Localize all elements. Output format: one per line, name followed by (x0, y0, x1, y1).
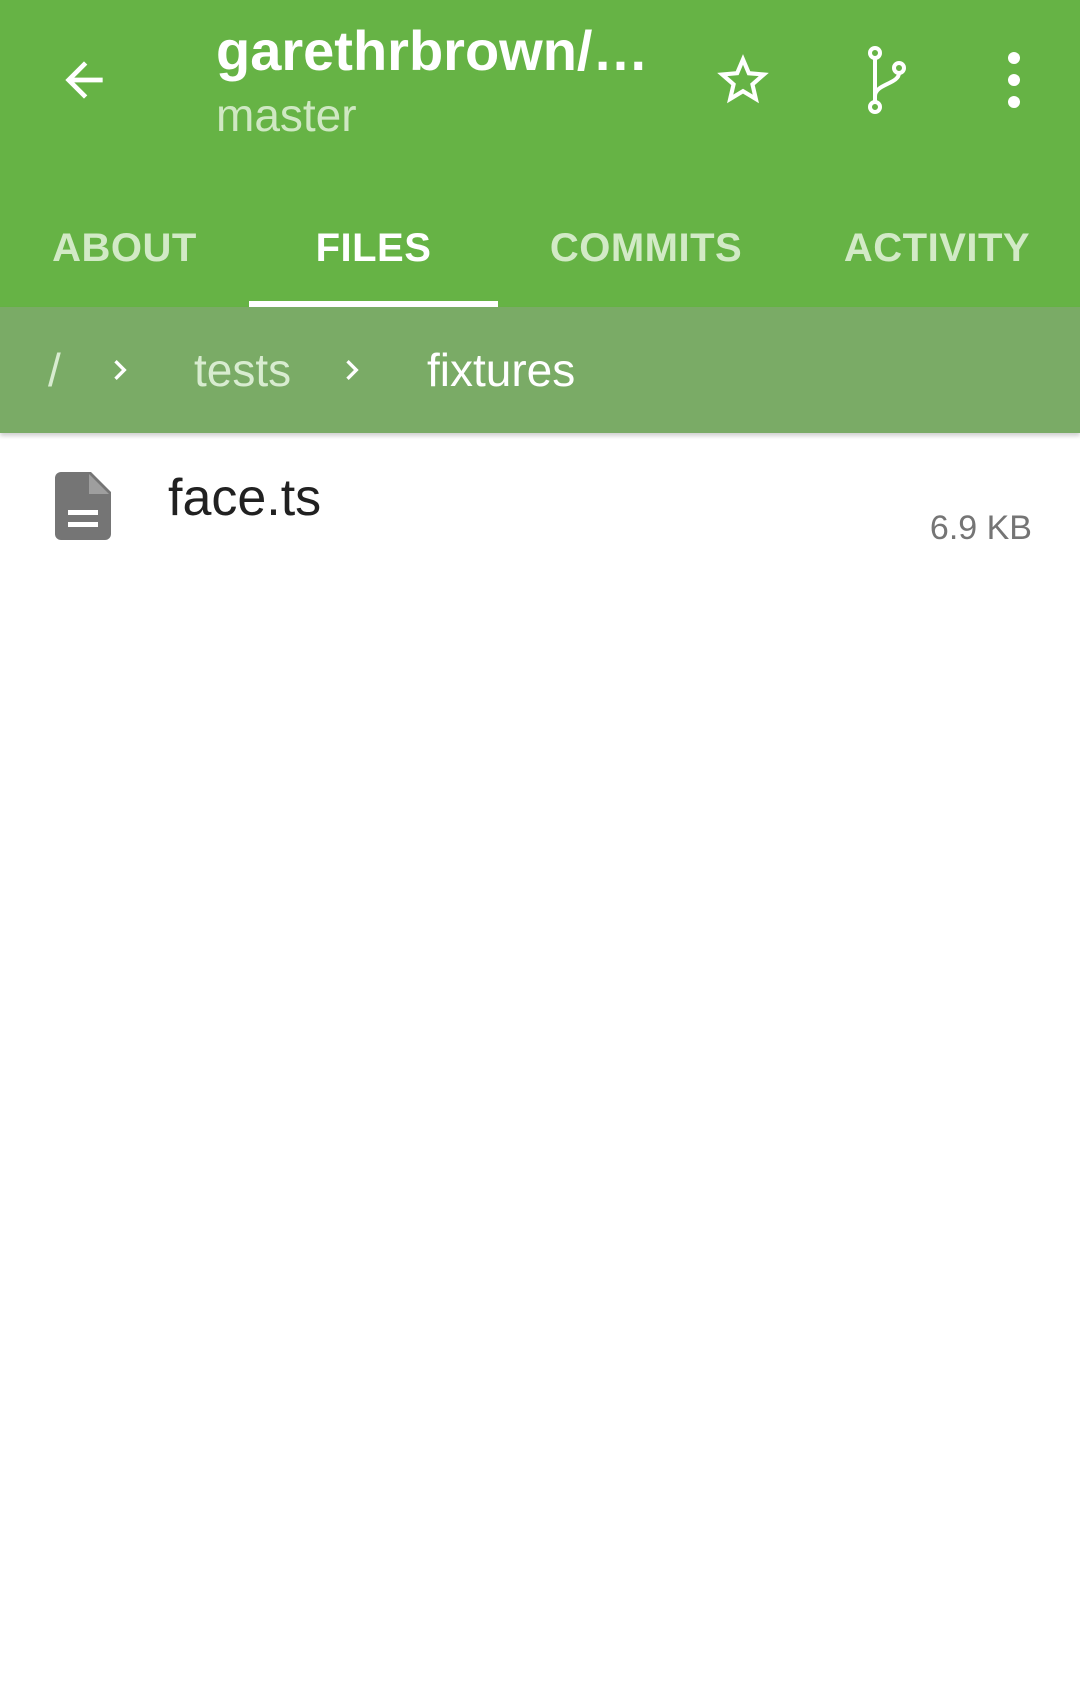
file-document-icon (55, 472, 111, 540)
tab-files[interactable]: FILES (249, 190, 498, 307)
breadcrumb-root[interactable]: / (48, 307, 61, 433)
file-size: 6.9 KB (929, 509, 1032, 547)
star-button[interactable] (699, 40, 787, 120)
tab-about[interactable]: ABOUT (0, 190, 249, 307)
more-vertical-icon (1008, 52, 1020, 108)
branch-button[interactable] (843, 40, 931, 120)
arrow-left-icon (65, 61, 103, 99)
branch-subtitle: master (216, 89, 357, 141)
back-button[interactable] (40, 40, 128, 120)
star-outline-icon (717, 54, 769, 104)
chevron-right-icon (114, 360, 127, 380)
repo-title: garethrbrown/… (216, 19, 649, 82)
list-item[interactable]: face.ts 6.9 KB (0, 440, 1080, 575)
app-root: garethrbrown/… master ABOUT FILES COMMIT… (0, 0, 1080, 1699)
app-bar: garethrbrown/… master ABOUT FILES COMMIT… (0, 0, 1080, 307)
tab-activity[interactable]: ACTIVITY (794, 190, 1080, 307)
tab-bar: ABOUT FILES COMMITS ACTIVITY (0, 190, 1080, 307)
breadcrumb-fixtures[interactable]: fixtures (427, 307, 575, 433)
git-branch-icon (868, 46, 906, 114)
breadcrumb: / tests fixtures (0, 307, 1080, 433)
title-block: garethrbrown/… master (216, 18, 649, 144)
file-name: face.ts (168, 469, 322, 527)
breadcrumb-tests[interactable]: tests (194, 307, 291, 433)
chevron-right-icon (346, 360, 359, 380)
overflow-menu-button[interactable] (970, 40, 1058, 120)
tab-commits[interactable]: COMMITS (498, 190, 794, 307)
